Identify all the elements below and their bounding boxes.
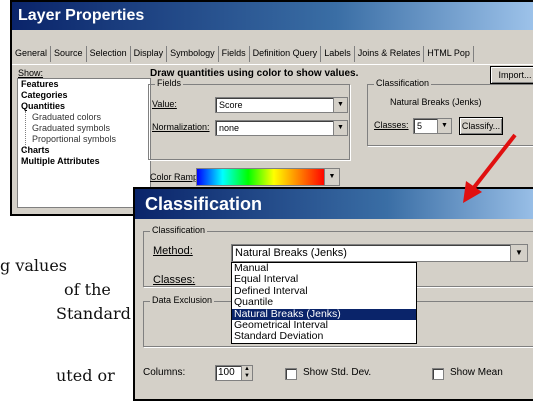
arrow-shaft — [470, 133, 517, 192]
red-arrow-annotation — [463, 133, 517, 203]
arrow-head — [463, 181, 482, 203]
